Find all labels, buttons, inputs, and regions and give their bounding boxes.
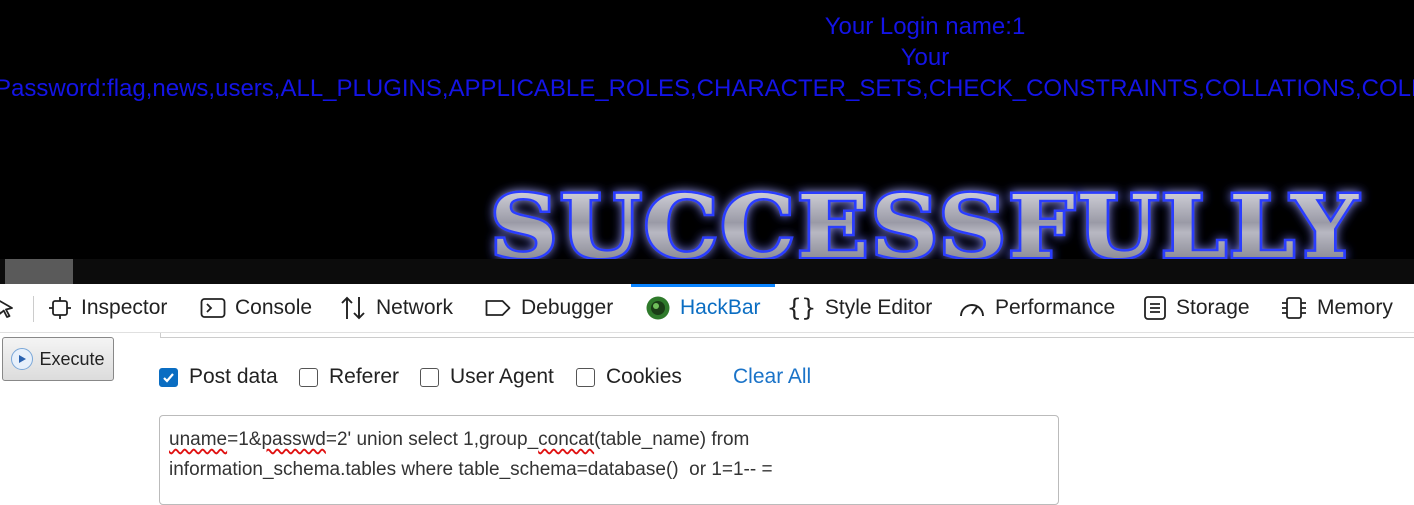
toolbar-separator <box>33 296 34 322</box>
url-textarea-edge[interactable] <box>160 333 1414 338</box>
network-icon <box>339 295 367 321</box>
checkbox-checked-icon[interactable] <box>159 367 178 387</box>
post-data-checkbox[interactable]: Post data <box>159 365 278 389</box>
user-agent-checkbox[interactable]: User Agent <box>420 365 554 389</box>
tab-style-editor[interactable]: {} Style Editor <box>787 284 932 332</box>
checkbox-box[interactable] <box>299 367 318 387</box>
tab-label: Storage <box>1176 296 1250 319</box>
tab-console[interactable]: Console <box>200 284 312 332</box>
checkbox-box[interactable] <box>576 367 595 387</box>
checkbox-label: User Agent <box>450 365 554 388</box>
tab-hackbar[interactable]: HackBar <box>631 284 775 332</box>
post-data-text: uname <box>169 429 228 450</box>
tab-network[interactable]: Network <box>339 284 453 332</box>
devtools-panel: Inspector Console Network Debugger HackB… <box>0 284 1414 505</box>
style-editor-icon: {} <box>787 294 816 322</box>
memory-icon <box>1280 295 1308 321</box>
tab-debugger[interactable]: Debugger <box>484 284 613 332</box>
element-picker-button[interactable] <box>0 284 20 332</box>
post-data-text: =2' union select 1,group_ <box>325 429 539 450</box>
checkbox-label: Post data <box>189 365 278 388</box>
tab-label: Network <box>376 296 454 319</box>
page-content: Your Login name:1 Your Password:flag,new… <box>0 0 1414 259</box>
post-data-text: concat <box>538 429 595 450</box>
password-label-text: Your <box>900 44 950 71</box>
tab-label: Performance <box>995 296 1116 319</box>
hackbar-panel: Execute Post data Referer User Agent Coo… <box>0 333 1414 505</box>
post-data-text: passwd <box>261 429 326 450</box>
tab-label: HackBar <box>680 296 761 319</box>
password-value-text: Password:flag,news,users,ALL_PLUGINS,APP… <box>0 75 1414 102</box>
devtools-tabbar: Inspector Console Network Debugger HackB… <box>0 284 1414 333</box>
success-banner-text: SUCCESSFULLY <box>490 177 1360 259</box>
tab-label: Style Editor <box>824 296 933 319</box>
performance-icon <box>958 296 986 320</box>
execute-label: Execute <box>39 348 105 369</box>
cookies-checkbox[interactable]: Cookies <box>576 365 682 389</box>
console-icon <box>200 296 226 320</box>
page-horizontal-scrollbar[interactable] <box>0 259 1414 284</box>
inspector-icon <box>48 296 72 320</box>
debugger-icon <box>484 296 512 320</box>
login-name-text: Your Login name:1 <box>824 13 1026 40</box>
checkbox-label: Referer <box>329 365 400 388</box>
tab-inspector[interactable]: Inspector <box>48 284 167 332</box>
scrollbar-thumb[interactable] <box>5 259 73 284</box>
checkbox-label: Cookies <box>606 365 682 388</box>
checkbox-box[interactable] <box>420 367 439 387</box>
tab-label: Console <box>235 296 313 319</box>
tab-memory[interactable]: Memory <box>1280 284 1393 332</box>
post-data-text: =1& <box>227 429 262 450</box>
tab-label: Debugger <box>521 296 614 319</box>
referer-checkbox[interactable]: Referer <box>299 365 399 389</box>
picker-icon <box>0 300 13 318</box>
hackbar-icon <box>645 295 671 321</box>
execute-button[interactable]: Execute <box>2 337 114 381</box>
tab-label: Inspector <box>81 296 168 319</box>
tab-storage[interactable]: Storage <box>1143 284 1250 332</box>
storage-icon <box>1143 295 1167 321</box>
tab-label: Memory <box>1317 296 1393 319</box>
post-data-textarea[interactable]: uname=1&passwd=2' union select 1,group_c… <box>159 415 1059 505</box>
clear-all-link[interactable]: Clear All <box>733 365 811 389</box>
tab-performance[interactable]: Performance <box>958 284 1115 332</box>
success-banner-image: SUCCESSFULLY <box>488 175 1361 259</box>
play-icon <box>11 348 34 370</box>
